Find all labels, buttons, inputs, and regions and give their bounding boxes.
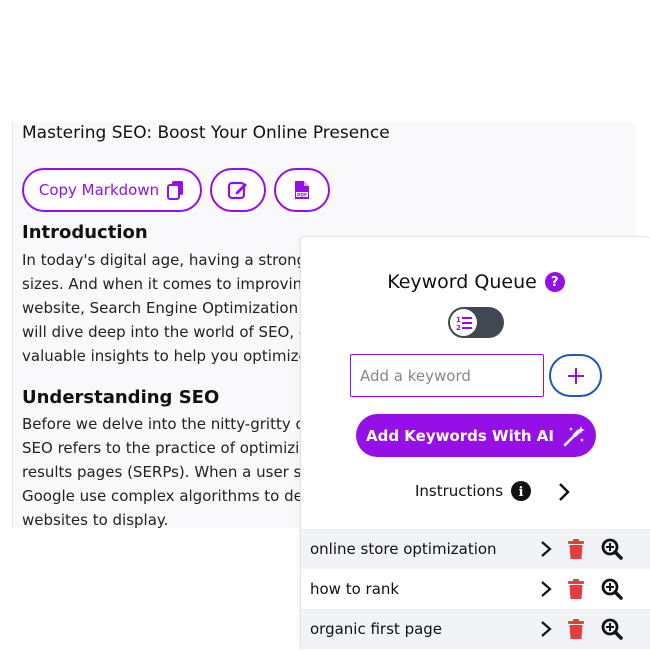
keyword-row: online store optimization bbox=[301, 529, 650, 569]
section-heading: Understanding SEO bbox=[22, 387, 220, 408]
article-toolbar: Copy Markdown PDF bbox=[22, 168, 330, 212]
zoom-in-icon[interactable] bbox=[601, 578, 623, 600]
keyword-label: how to rank bbox=[310, 580, 400, 598]
copy-markdown-button[interactable]: Copy Markdown bbox=[22, 168, 202, 212]
queue-title: Keyword Queue bbox=[387, 271, 537, 293]
chevron-right-icon[interactable] bbox=[557, 482, 571, 502]
download-pdf-button[interactable]: PDF bbox=[274, 168, 330, 212]
magic-wand-icon bbox=[563, 425, 585, 446]
queue-header: Keyword Queue ? bbox=[301, 271, 650, 293]
edit-icon bbox=[227, 181, 247, 200]
keyword-queue-panel: Keyword Queue ? 1 2 Add Keywords With AI bbox=[300, 236, 650, 650]
queue-mode-toggle[interactable]: 1 2 bbox=[448, 307, 504, 338]
keyword-input[interactable] bbox=[350, 354, 544, 397]
add-keyword-button[interactable] bbox=[549, 354, 602, 397]
svg-text:1: 1 bbox=[456, 316, 461, 324]
document-title: Mastering SEO: Boost Your Online Presenc… bbox=[22, 123, 390, 143]
chevron-right-icon[interactable] bbox=[540, 620, 552, 638]
info-icon: i bbox=[511, 481, 532, 501]
plus-icon bbox=[567, 367, 584, 384]
section-heading: Introduction bbox=[22, 222, 148, 243]
keyword-label: online store optimization bbox=[310, 540, 497, 558]
chevron-right-icon[interactable] bbox=[540, 580, 552, 598]
add-keywords-ai-button[interactable]: Add Keywords With AI bbox=[356, 414, 596, 457]
zoom-in-icon[interactable] bbox=[601, 618, 623, 640]
list-order-icon: 1 2 bbox=[456, 316, 472, 332]
keyword-list: online store optimization how to rank or… bbox=[301, 529, 650, 649]
keyword-row: how to rank bbox=[301, 569, 650, 609]
zoom-in-icon[interactable] bbox=[601, 538, 623, 560]
copy-markdown-label: Copy Markdown bbox=[38, 181, 160, 199]
edit-button[interactable] bbox=[210, 168, 266, 212]
keyword-row: organic first page bbox=[301, 609, 650, 649]
trash-icon[interactable] bbox=[567, 538, 585, 560]
instructions-label: Instructions bbox=[415, 482, 504, 500]
copy-icon bbox=[167, 181, 184, 200]
keyword-label: organic first page bbox=[310, 620, 443, 638]
help-icon[interactable]: ? bbox=[544, 272, 565, 292]
svg-text:PDF: PDF bbox=[297, 192, 307, 198]
svg-text:i: i bbox=[519, 485, 524, 500]
trash-icon[interactable] bbox=[567, 618, 585, 640]
toggle-knob: 1 2 bbox=[450, 309, 477, 336]
chevron-right-icon[interactable] bbox=[540, 540, 552, 558]
ai-button-label: Add Keywords With AI bbox=[365, 426, 554, 445]
trash-icon[interactable] bbox=[567, 578, 585, 600]
pdf-icon: PDF bbox=[295, 181, 309, 199]
instructions-toggle[interactable]: Instructions i bbox=[415, 481, 532, 501]
svg-text:2: 2 bbox=[456, 324, 461, 332]
